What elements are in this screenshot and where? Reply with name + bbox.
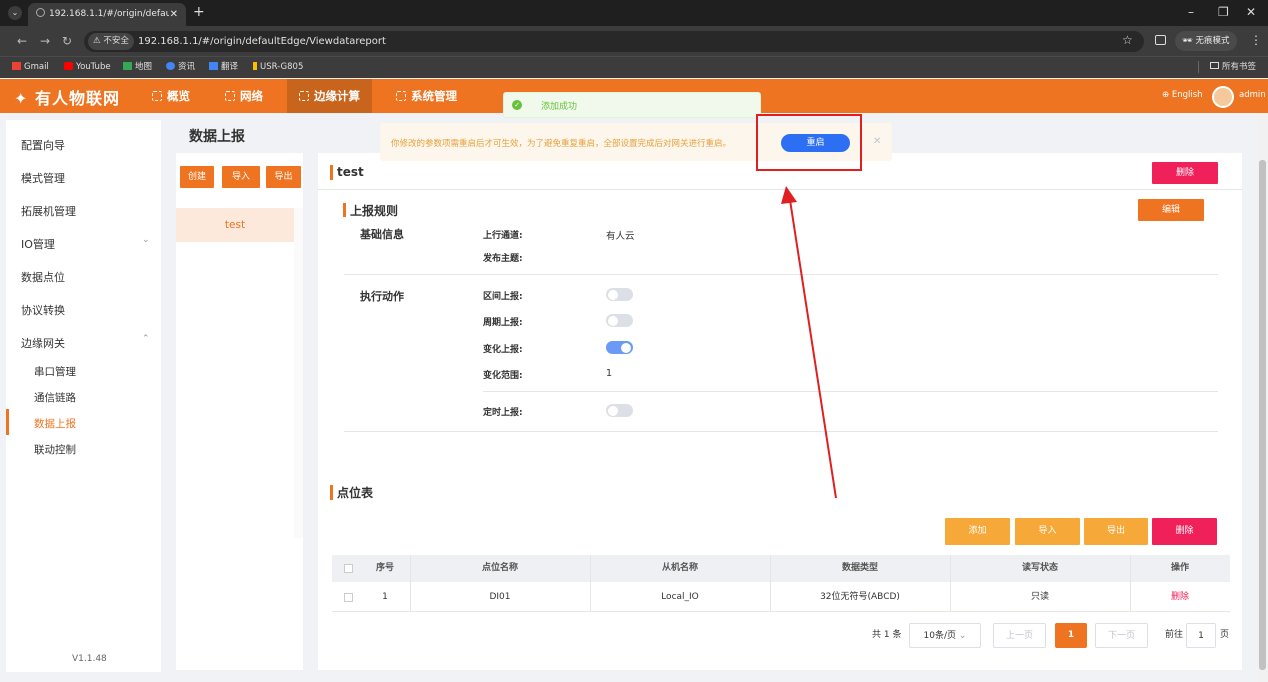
arrow-line (789, 199, 837, 499)
arrow-head (781, 186, 797, 204)
scrollbar-thumb[interactable] (1259, 160, 1266, 670)
annotation-arrow (781, 186, 837, 499)
